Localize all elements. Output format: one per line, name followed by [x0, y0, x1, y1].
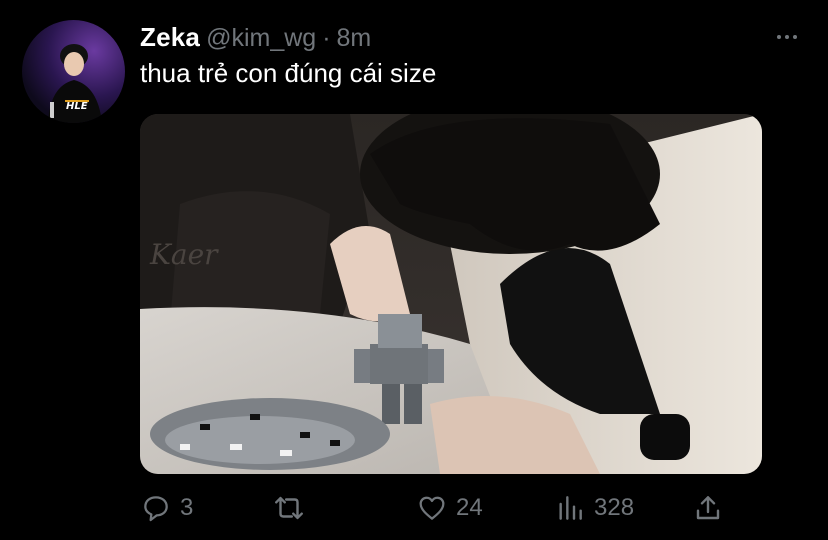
- avatar-badge-text: HLE: [66, 101, 88, 112]
- separator-dot: ·: [322, 24, 331, 52]
- author-handle[interactable]: @kim_wg: [206, 24, 316, 52]
- reply-count: 3: [180, 494, 194, 521]
- svg-text:Kaer: Kaer: [149, 238, 219, 271]
- tweet-header: Zeka @kim_wg · 8m: [140, 22, 371, 54]
- author-display-name[interactable]: Zeka: [140, 22, 200, 52]
- like-count: 24: [456, 494, 483, 521]
- tweet-actions: 3 24 328: [140, 488, 760, 528]
- reply-icon: [144, 496, 168, 522]
- tweet-text: thua trẻ con đúng cái size: [140, 58, 437, 88]
- views-icon: [559, 496, 582, 520]
- share-button[interactable]: [692, 488, 732, 528]
- retweet-button[interactable]: [272, 488, 314, 528]
- heart-icon: [419, 496, 445, 520]
- avatar-image: HLE: [48, 44, 102, 123]
- avatar[interactable]: HLE: [22, 20, 125, 123]
- views-count: 328: [594, 494, 635, 521]
- tweet-photo[interactable]: Kaer: [140, 114, 762, 474]
- more-dot-icon: [793, 35, 797, 39]
- photo-illustration: Kaer: [140, 114, 762, 474]
- tweet-time[interactable]: 8m: [337, 24, 372, 52]
- more-options-button[interactable]: [770, 26, 804, 48]
- views-button[interactable]: 328: [554, 488, 634, 528]
- share-icon: [696, 496, 720, 520]
- tweet: HLE Zeka @kim_wg · 8m thua trẻ con đúng cái…: [0, 0, 828, 540]
- more-dot-icon: [777, 35, 781, 39]
- like-button[interactable]: 24: [416, 488, 483, 528]
- retweet-icon: [275, 496, 303, 520]
- more-dot-icon: [785, 35, 789, 39]
- reply-button[interactable]: 3: [140, 488, 193, 528]
